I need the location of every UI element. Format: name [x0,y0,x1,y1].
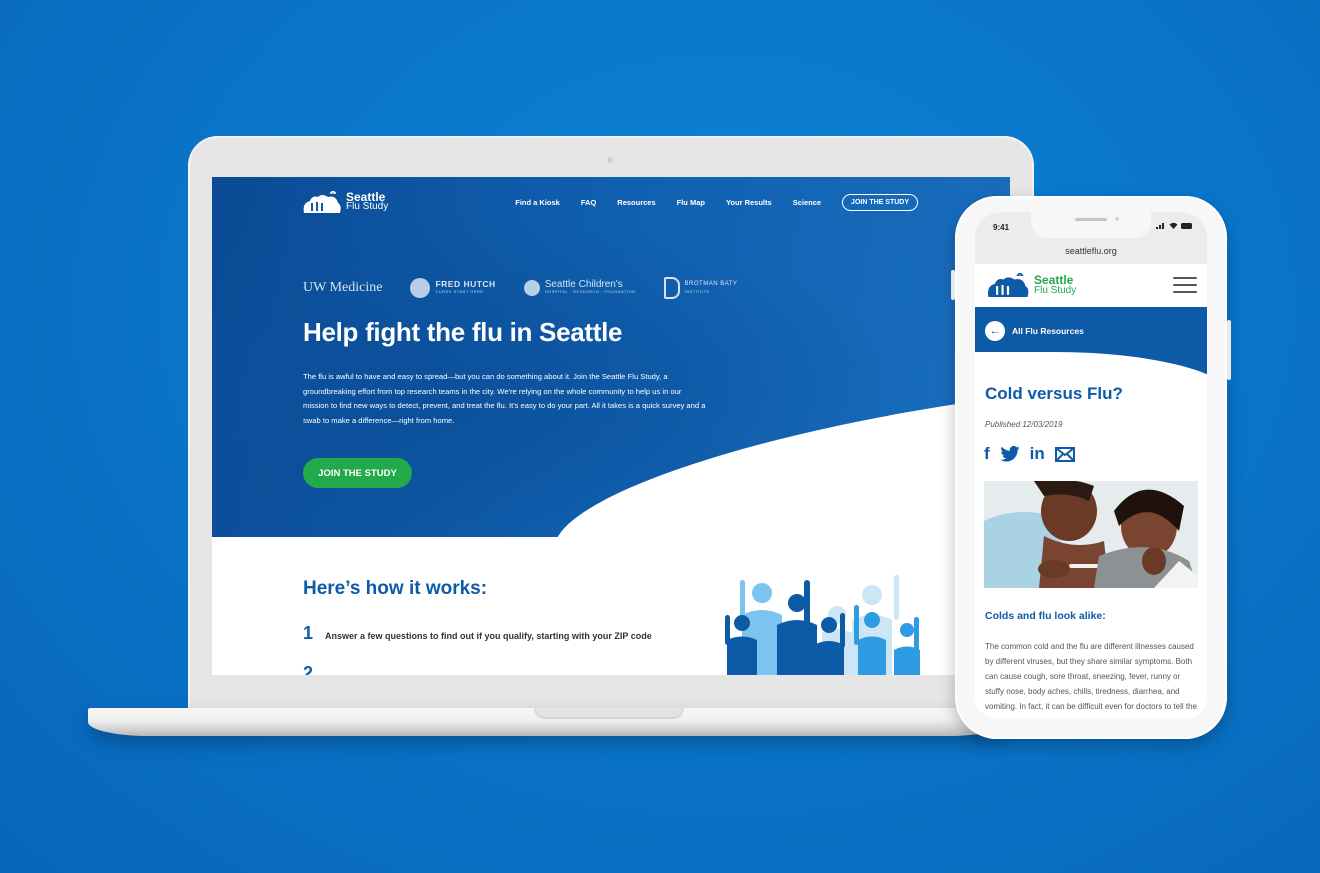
article-title: Cold versus Flu? [985,384,1123,403]
browser-url[interactable]: seattleflu.org [975,246,1207,256]
photo-image [984,481,1198,588]
nav-science[interactable]: Science [793,198,821,207]
share-icons: f in [984,444,1075,464]
phone-volume-button [951,270,955,300]
phone-side-button [1227,320,1231,380]
nav-find-a-kiosk[interactable]: Find a Kiosk [515,198,560,207]
people-cloud-logo-icon [987,273,1029,297]
join-study-button[interactable]: JOIN THE STUDY [303,458,412,488]
status-icons [1156,222,1193,229]
step-number: 2 [303,663,314,675]
partner-tagline: HOSPITAL · RESEARCH · FOUNDATION [544,289,636,294]
partner-name: BROTMAN BATY [684,281,738,287]
fred-hutch-logo-icon [410,278,431,298]
article-body: The common cold and the flu are differen… [985,642,1197,718]
phone-camera [1115,217,1119,221]
logo-line2: Flu Study [1034,284,1077,296]
step-item: 2 [303,663,325,675]
back-to-resources-link[interactable]: ← All Flu Resources [985,321,1084,341]
article-published-date: Published 12/03/2019 [985,420,1063,429]
brotman-baty-logo-icon [663,277,680,299]
nav-join-study-button[interactable]: JOIN THE STUDY [842,194,918,211]
hero-body: The flu is awful to have and easy to spr… [303,372,706,425]
site-logo[interactable]: Seattle Flu Study [302,191,388,213]
step-item: 1 Answer a few questions to find out if … [303,623,652,644]
linkedin-icon[interactable]: in [1030,444,1045,464]
seattle-childrens-logo-icon [523,280,540,296]
partner-tagline: CURES START HERE [435,289,484,294]
arrow-left-icon: ← [985,321,1005,341]
back-label: All Flu Resources [1012,326,1084,336]
partner-name: UW Medicine [303,280,383,295]
laptop-screen: Seattle Flu Study Find a Kiosk FAQ Resou… [212,177,1010,675]
nav-your-results[interactable]: Your Results [726,198,772,207]
logo-line1: Seattle [1034,272,1074,287]
step-text: Answer a few questions to find out if yo… [325,631,652,641]
partner-tagline: INSTITUTE [684,289,710,294]
partner-name: Seattle Children's [544,279,623,290]
nav-resources[interactable]: Resources [617,198,655,207]
step-number: 1 [303,623,314,643]
article-subheading: Colds and flu look alike: [985,610,1106,622]
nav-faq[interactable]: FAQ [581,198,596,207]
status-time: 9:41 [993,223,1010,232]
email-icon[interactable] [1054,446,1075,462]
partner-brotman-baty[interactable]: BROTMAN BATY INSTITUTE [663,277,738,299]
partner-seattle-childrens[interactable]: Seattle Children's HOSPITAL · RESEARCH ·… [523,279,636,296]
phone-notch [1031,212,1151,238]
phone-screen: 9:41 seattleflu.org Seattle Flu Study ← … [975,212,1207,718]
laptop-camera [607,157,613,163]
partner-uw-medicine[interactable]: UW Medicine [303,280,382,296]
people-cloud-logo-icon [303,191,341,213]
partner-name: FRED HUTCH [435,279,496,289]
phone-speaker [1075,218,1107,221]
facebook-icon[interactable]: f [984,444,990,464]
battery-icon [1181,222,1192,229]
how-it-works-title: Here’s how it works: [303,578,488,599]
signal-icon [1156,223,1164,229]
logo-line2: Flu Study [346,201,389,212]
laptop-opening-notch [534,708,684,719]
twitter-icon[interactable] [1000,446,1020,462]
article-photo-mother-child [984,481,1198,588]
crowd-illustration-icon [725,575,920,675]
main-nav: Find a Kiosk FAQ Resources Flu Map Your … [515,194,918,211]
hero-title: Help fight the flu in Seattle [303,317,623,347]
partner-logos: UW Medicine FRED HUTCH CURES START HERE … [303,277,737,299]
hamburger-menu-icon[interactable] [1173,277,1197,293]
nav-flu-map[interactable]: Flu Map [677,198,705,207]
partner-fred-hutch[interactable]: FRED HUTCH CURES START HERE [410,278,495,298]
mobile-logo[interactable]: Seattle Flu Study [985,273,1076,297]
wifi-icon [1169,222,1178,229]
